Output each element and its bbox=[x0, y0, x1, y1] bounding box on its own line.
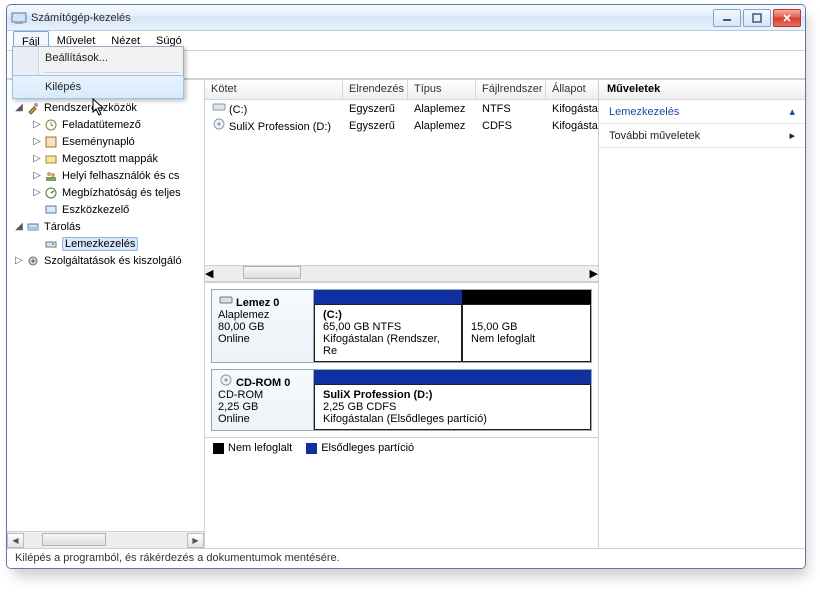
volume-row-c[interactable]: (C:) Egyszerű Alaplemez NTFS Kifogásta bbox=[205, 100, 598, 117]
menu-item-settings[interactable]: Beállítások... bbox=[13, 47, 183, 69]
window-title: Számítógép-kezelés bbox=[31, 12, 713, 24]
actions-diskmgmt[interactable]: Lemezkezelés▴ bbox=[599, 100, 805, 124]
diskmgmt-icon bbox=[43, 236, 59, 252]
disk0-part-unalloc[interactable]: 15,00 GBNem lefoglalt bbox=[462, 290, 591, 362]
legend: Nem lefoglalt Elsődleges partíció bbox=[205, 437, 598, 458]
storage-icon bbox=[25, 219, 41, 235]
tree-storage[interactable]: ◢Tárolás bbox=[7, 218, 204, 235]
cd-icon bbox=[218, 374, 234, 386]
tree-devmgr[interactable]: Eszközkezelő bbox=[7, 201, 204, 218]
scroll-left-button[interactable]: ◀ bbox=[7, 533, 24, 548]
minimize-button[interactable] bbox=[713, 9, 741, 27]
clock-icon bbox=[43, 117, 59, 133]
hdd-icon bbox=[218, 294, 234, 306]
app-icon bbox=[11, 10, 27, 26]
scroll-right-button[interactable]: ▶ bbox=[187, 533, 204, 548]
chevron-right-icon: ▸ bbox=[789, 129, 795, 142]
col-volume[interactable]: Kötet bbox=[205, 80, 343, 99]
tree-hscroll[interactable]: ◀ ▶ bbox=[7, 531, 204, 548]
disk0-info: Lemez 0 Alaplemez 80,00 GB Online bbox=[212, 290, 314, 362]
device-icon bbox=[43, 202, 59, 218]
statusbar: Kilépés a programból, és rákérdezés a do… bbox=[7, 548, 805, 568]
tree-pane: Számítógép-kezelés (Helyi) ◢Rendszereszk… bbox=[7, 80, 205, 548]
file-menu-dropdown: Beállítások... Kilépés bbox=[12, 46, 184, 99]
hdd-icon bbox=[211, 101, 227, 113]
cdrom0-block[interactable]: CD-ROM 0 CD-ROM 2,25 GB Online SuliX Pro… bbox=[211, 369, 592, 431]
disk0-block[interactable]: Lemez 0 Alaplemez 80,00 GB Online (C:)65… bbox=[211, 289, 592, 363]
tree-eventlog[interactable]: ▷Eseménynapló bbox=[7, 133, 204, 150]
tree-services[interactable]: ▷Szolgáltatások és kiszolgáló bbox=[7, 252, 204, 269]
tree-localusers[interactable]: ▷Helyi felhasználók és cs bbox=[7, 167, 204, 184]
cdrom0-info: CD-ROM 0 CD-ROM 2,25 GB Online bbox=[212, 370, 314, 430]
content-pane: Kötet Elrendezés Típus Fájlrendszer Álla… bbox=[205, 80, 599, 548]
actions-pane: Műveletek Lemezkezelés▴ További művelete… bbox=[599, 80, 805, 548]
users-icon bbox=[43, 168, 59, 184]
close-button[interactable] bbox=[773, 9, 801, 27]
disk0-part-c[interactable]: (C:)65,00 GB NTFSKifogástalan (Rendszer,… bbox=[314, 290, 462, 362]
maximize-button[interactable] bbox=[743, 9, 771, 27]
scroll-thumb[interactable] bbox=[42, 533, 106, 546]
menu-item-exit[interactable]: Kilépés bbox=[12, 75, 184, 99]
scroll-left-button[interactable]: ◀ bbox=[205, 267, 213, 280]
eventlog-icon bbox=[43, 134, 59, 150]
perf-icon bbox=[43, 185, 59, 201]
volume-row-d[interactable]: SuliX Profession (D:) Egyszerű Alaplemez… bbox=[205, 117, 598, 134]
volumes-hscroll[interactable]: ◀ ▶ bbox=[205, 265, 598, 282]
tree-shares[interactable]: ▷Megosztott mappák bbox=[7, 150, 204, 167]
tree-diskmgmt[interactable]: Lemezkezelés bbox=[7, 235, 204, 252]
tree-reliability[interactable]: ▷Megbízhatóság és teljes bbox=[7, 184, 204, 201]
tree-scheduler[interactable]: ▷Feladatütemező bbox=[7, 116, 204, 133]
col-layout[interactable]: Elrendezés bbox=[343, 80, 408, 99]
services-icon bbox=[25, 253, 41, 269]
scroll-thumb[interactable] bbox=[243, 266, 301, 279]
tools-icon bbox=[25, 100, 41, 116]
col-fs[interactable]: Fájlrendszer bbox=[476, 80, 546, 99]
col-type[interactable]: Típus bbox=[408, 80, 476, 99]
shares-icon bbox=[43, 151, 59, 167]
scroll-right-button[interactable]: ▶ bbox=[590, 267, 598, 280]
col-status[interactable]: Állapot bbox=[546, 80, 598, 99]
actions-header: Műveletek bbox=[599, 80, 805, 100]
collapse-icon: ▴ bbox=[789, 105, 795, 118]
cursor-icon bbox=[92, 98, 108, 118]
cd-icon bbox=[211, 118, 227, 130]
actions-more[interactable]: További műveletek▸ bbox=[599, 124, 805, 148]
volumes-header: Kötet Elrendezés Típus Fájlrendszer Álla… bbox=[205, 80, 598, 100]
titlebar[interactable]: Számítógép-kezelés bbox=[7, 5, 805, 31]
cdrom0-part[interactable]: SuliX Profession (D:)2,25 GB CDFSKifogás… bbox=[314, 370, 591, 430]
